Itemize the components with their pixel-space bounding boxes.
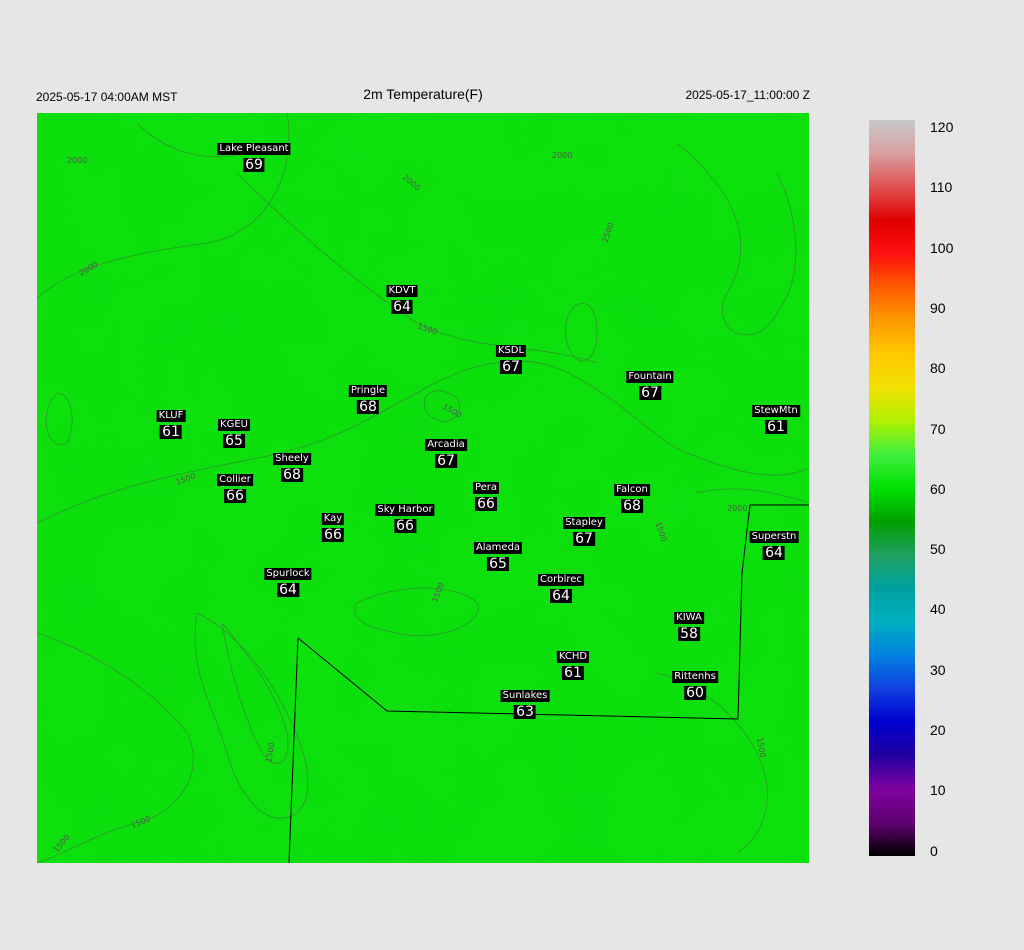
colorbar-tick-label: 0 xyxy=(930,842,938,859)
station-temperature: 68 xyxy=(281,467,303,483)
colorbar-tick-label: 110 xyxy=(930,179,953,196)
station-name: Pringle xyxy=(348,385,388,397)
station-name: KLUF xyxy=(156,410,186,422)
station-name: KDVT xyxy=(386,285,418,297)
station-name: Falcon xyxy=(614,484,650,496)
station-name: KCHD xyxy=(556,651,590,663)
station-marker: KCHD 61 xyxy=(556,647,590,681)
colorbar-gradient xyxy=(869,120,915,856)
station-temperature: 64 xyxy=(391,299,413,315)
colorbar-tick-label: 120 xyxy=(930,119,954,135)
station-temperature: 67 xyxy=(573,531,595,547)
map-background: 2000 2000 2000 1500 1500 1500 1500 1500 … xyxy=(37,113,809,863)
station-name: Superstn xyxy=(749,531,799,543)
station-name: Sky Harbor xyxy=(375,504,435,516)
station-marker: Pera 66 xyxy=(472,478,500,512)
station-marker: KGEU 65 xyxy=(218,415,250,449)
station-name: Alameda xyxy=(473,542,523,554)
contour-label: 2000 xyxy=(67,156,87,165)
colorbar-tick-label: 70 xyxy=(930,420,946,437)
colorbar-tick-label: 30 xyxy=(930,661,946,678)
station-name: Collier xyxy=(217,474,253,486)
station-name: Sunlakes xyxy=(500,690,550,702)
station-temperature: 61 xyxy=(765,419,787,435)
station-temperature: 67 xyxy=(639,385,661,401)
colorbar-tick-label: 10 xyxy=(930,782,946,799)
colorbar-tick-label: 80 xyxy=(930,360,946,377)
station-marker: Pringle 68 xyxy=(348,381,388,415)
station-marker: Spurlock 64 xyxy=(264,564,312,598)
station-marker: KSDL 67 xyxy=(495,341,527,375)
station-marker: Falcon 68 xyxy=(614,480,650,514)
station-marker: Sunlakes 63 xyxy=(500,686,550,720)
colorbar-tick-label: 50 xyxy=(930,541,946,558)
station-name: StewMtn xyxy=(752,405,800,417)
station-temperature: 64 xyxy=(277,582,299,598)
station-name: Arcadia xyxy=(425,439,467,451)
colorbar-tick-label: 100 xyxy=(930,239,954,256)
station-marker: Sheely 68 xyxy=(273,449,311,483)
station-name: KSDL xyxy=(495,345,527,357)
station-name: Lake Pleasant xyxy=(217,143,291,155)
station-marker: Arcadia 67 xyxy=(425,435,467,469)
station-name: Stapley xyxy=(563,517,605,529)
station-temperature: 67 xyxy=(435,453,457,469)
station-temperature: 68 xyxy=(357,399,379,415)
temperature-map: 2000 2000 2000 1500 1500 1500 1500 1500 … xyxy=(37,113,809,863)
colorbar-tick-label: 90 xyxy=(930,299,946,316)
station-name: Kay xyxy=(321,513,345,525)
station-marker: Kay 66 xyxy=(321,509,345,543)
station-name: Corblrec xyxy=(538,574,584,586)
station-temperature: 63 xyxy=(514,704,536,720)
station-temperature: 61 xyxy=(160,424,182,440)
station-name: Fountain xyxy=(626,371,674,383)
colorbar-tick-label: 60 xyxy=(930,480,946,497)
contour-label: 2000 xyxy=(552,151,572,160)
station-temperature: 66 xyxy=(322,527,344,543)
station-temperature: 64 xyxy=(550,588,572,604)
station-name: Pera xyxy=(472,482,500,494)
station-temperature: 66 xyxy=(475,496,497,512)
station-name: Sheely xyxy=(273,453,311,465)
station-temperature: 68 xyxy=(621,498,643,514)
station-marker: KDVT 64 xyxy=(386,281,418,315)
station-temperature: 65 xyxy=(487,556,509,572)
station-marker: Corblrec 64 xyxy=(538,570,584,604)
station-temperature: 64 xyxy=(763,545,785,561)
station-temperature: 58 xyxy=(678,626,700,642)
colorbar-tick-label: 40 xyxy=(930,601,946,618)
station-marker: Alameda 65 xyxy=(473,538,523,572)
station-marker: Sky Harbor 66 xyxy=(375,500,435,534)
station-temperature: 60 xyxy=(684,685,706,701)
station-temperature: 61 xyxy=(562,665,584,681)
station-marker: Fountain 67 xyxy=(626,367,674,401)
station-marker: KIWA 58 xyxy=(674,608,704,642)
station-temperature: 67 xyxy=(500,359,522,375)
temperature-colorbar xyxy=(869,120,915,856)
station-temperature: 65 xyxy=(223,433,245,449)
station-temperature: 66 xyxy=(394,518,416,534)
station-temperature: 66 xyxy=(224,488,246,504)
colorbar-tick-label: 20 xyxy=(930,722,946,738)
station-marker: Superstn 64 xyxy=(749,527,799,561)
station-marker: Collier 66 xyxy=(217,470,253,504)
station-marker: KLUF 61 xyxy=(156,406,186,440)
valid-time-label: 2025-05-17_11:00:00 Z xyxy=(685,88,810,102)
station-marker: Lake Pleasant 69 xyxy=(217,139,291,173)
station-marker: StewMtn 61 xyxy=(752,401,800,435)
station-name: KGEU xyxy=(218,419,250,431)
contour-label: 2000 xyxy=(727,504,747,513)
station-temperature: 69 xyxy=(243,157,265,173)
station-name: Rittenhs xyxy=(672,671,718,683)
station-marker: Stapley 67 xyxy=(563,513,605,547)
station-name: KIWA xyxy=(674,612,704,624)
station-marker: Rittenhs 60 xyxy=(672,667,718,701)
station-name: Spurlock xyxy=(264,568,312,580)
